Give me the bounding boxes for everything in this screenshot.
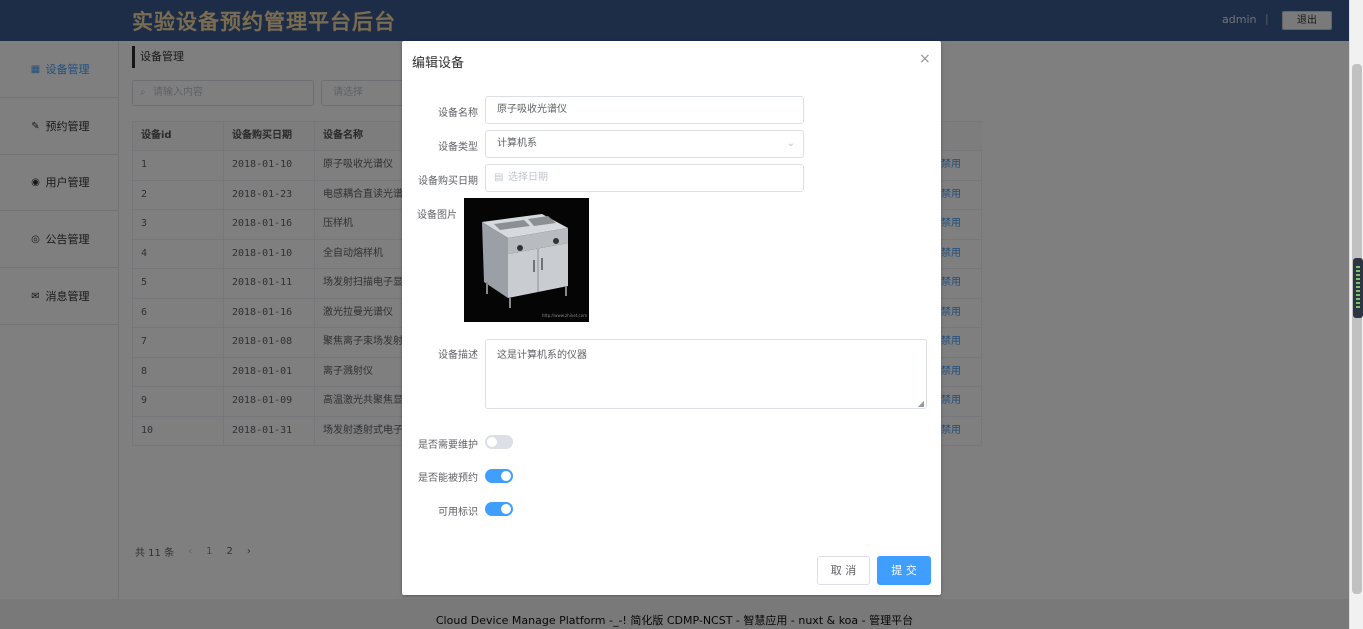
maintenance-switch[interactable] — [485, 435, 513, 449]
submit-button[interactable]: 提 交 — [877, 556, 931, 585]
date-placeholder: 选择日期 — [508, 172, 548, 183]
image-label: 设备图片 — [417, 210, 457, 221]
purchase-date-picker[interactable]: ▤ 选择日期 — [485, 164, 804, 192]
available-label: 可用标识 — [438, 507, 478, 518]
cancel-button[interactable]: 取 消 — [817, 556, 870, 585]
description-label: 设备描述 — [438, 350, 478, 361]
maintenance-label: 是否需要维护 — [418, 440, 478, 451]
device-image[interactable]: http://www.zhinet.com — [464, 198, 589, 322]
description-textarea[interactable]: 这是计算机系的仪器 ◢ — [485, 339, 927, 409]
image-caption: http://www.zhinet.com — [542, 313, 588, 318]
name-label: 设备名称 — [438, 108, 478, 119]
available-switch[interactable] — [485, 502, 513, 516]
edit-device-dialog: 编辑设备 × 设备名称 原子吸收光谱仪 设备类型 计算机系 ⌄ 设备购买日期 ▤… — [402, 41, 941, 595]
cabinet-image — [464, 198, 589, 322]
description-value: 这是计算机系的仪器 — [497, 350, 587, 361]
device-type-value: 计算机系 — [497, 138, 537, 149]
dialog-title: 编辑设备 — [412, 56, 465, 71]
chevron-down-icon: ⌄ — [786, 138, 795, 149]
date-label: 设备购买日期 — [418, 176, 478, 187]
close-icon[interactable]: × — [919, 51, 931, 67]
resize-handle-icon[interactable]: ◢ — [918, 399, 924, 408]
device-type-select[interactable]: 计算机系 ⌄ — [485, 130, 804, 158]
type-label: 设备类型 — [438, 142, 478, 153]
bookable-label: 是否能被预约 — [418, 473, 478, 484]
calendar-icon: ▤ — [494, 172, 504, 183]
bookable-switch[interactable] — [485, 469, 513, 483]
device-name-field[interactable]: 原子吸收光谱仪 — [485, 96, 804, 124]
scrollbar-thumb[interactable] — [1352, 64, 1362, 594]
side-grip-widget[interactable] — [1353, 258, 1363, 318]
